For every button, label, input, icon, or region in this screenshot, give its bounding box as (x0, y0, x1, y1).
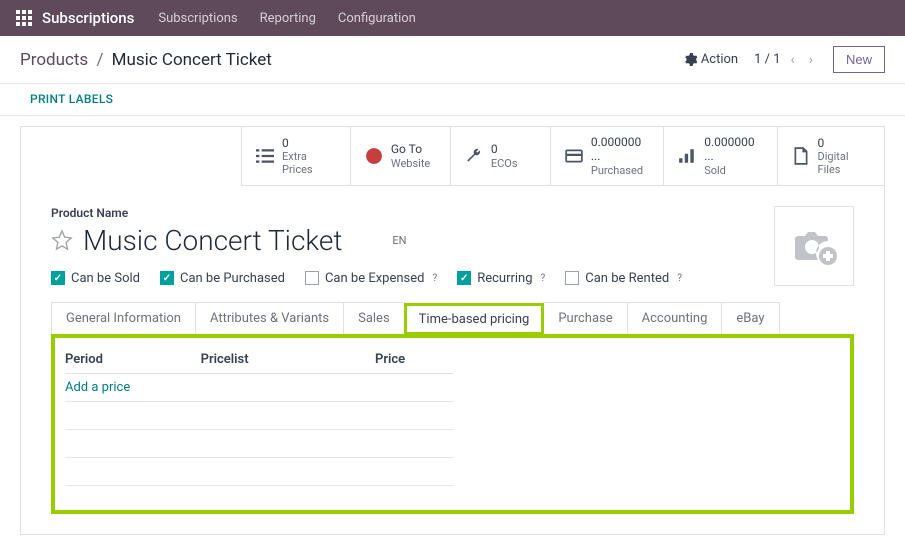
breadcrumb-products[interactable]: Products (20, 50, 88, 70)
list-icon (256, 147, 274, 165)
pager-next[interactable]: › (805, 50, 817, 70)
form-body: Product Name Music Concert Ticket EN Can… (21, 186, 884, 302)
tab-purchase[interactable]: Purchase (543, 302, 627, 334)
breadcrumb-current: Music Concert Ticket (112, 50, 272, 70)
product-image-placeholder[interactable] (774, 206, 854, 286)
nav-reporting[interactable]: Reporting (260, 11, 316, 26)
pager-text[interactable]: 1 / 1 (754, 52, 780, 67)
help-icon: ? (432, 273, 437, 284)
col-pricelist: Pricelist (201, 352, 375, 367)
help-icon: ? (541, 273, 546, 284)
globe-icon (365, 147, 383, 165)
add-a-price-link[interactable]: Add a price (65, 374, 453, 402)
stat-sold[interactable]: 0.000000 ...Sold (663, 127, 776, 185)
content: 0Extra Prices Go ToWebsite 0ECOs 0.00000… (0, 116, 905, 555)
table-row[interactable] (65, 458, 453, 486)
print-bar: PRINT LABELS (0, 83, 905, 116)
table-row[interactable] (65, 430, 453, 458)
option-checks: Can be Sold Can be Purchased Can be Expe… (51, 271, 754, 286)
tabs: General Information Attributes & Variant… (51, 302, 884, 334)
pricing-table: Period Pricelist Price Add a price (65, 352, 453, 486)
action-label: Action (701, 52, 738, 67)
pricing-header: Period Pricelist Price (65, 352, 453, 374)
tab-accounting[interactable]: Accounting (627, 302, 723, 334)
breadcrumb-separator: / (96, 50, 103, 70)
camera-plus-icon (790, 222, 838, 270)
new-button[interactable]: New (833, 46, 885, 73)
print-labels-button[interactable]: PRINT LABELS (30, 92, 113, 106)
breadcrumb: Products / Music Concert Ticket (20, 50, 272, 70)
nav-subscriptions[interactable]: Subscriptions (158, 11, 237, 26)
subbar-right: Action 1 / 1 ‹ › New (684, 46, 885, 73)
stat-purchased[interactable]: 0.000000 ...Purchased (550, 127, 663, 185)
tab-time-based-pricing[interactable]: Time-based pricing (404, 303, 545, 335)
favorite-star-icon[interactable] (51, 229, 73, 251)
check-recurring[interactable]: Recurring? (457, 271, 545, 286)
stat-bar: 0Extra Prices Go ToWebsite 0ECOs 0.00000… (241, 127, 884, 186)
gear-icon (684, 53, 697, 66)
check-can-be-sold[interactable]: Can be Sold (51, 271, 140, 286)
table-row[interactable] (65, 402, 453, 430)
product-title[interactable]: Music Concert Ticket (83, 224, 342, 257)
stat-ecos[interactable]: 0ECOs (450, 127, 550, 185)
tab-ebay[interactable]: eBay (721, 302, 779, 334)
stat-digital-files[interactable]: 0Digital Files (777, 127, 884, 185)
stat-website[interactable]: Go ToWebsite (350, 127, 450, 185)
wrench-icon (465, 147, 483, 165)
check-can-be-rented[interactable]: Can be Rented? (565, 271, 682, 286)
product-name-label: Product Name (51, 206, 754, 220)
help-icon: ? (677, 273, 682, 284)
tab-sales[interactable]: Sales (343, 302, 405, 334)
bars-icon (678, 147, 696, 165)
apps-icon[interactable] (16, 10, 32, 26)
stat-extra-prices[interactable]: 0Extra Prices (241, 127, 350, 185)
action-dropdown[interactable]: Action (684, 52, 738, 67)
file-icon (792, 147, 810, 165)
tab-attributes-variants[interactable]: Attributes & Variants (195, 302, 344, 334)
sub-bar: Products / Music Concert Ticket Action 1… (0, 36, 905, 83)
col-period: Period (65, 352, 201, 367)
card-icon (565, 147, 583, 165)
top-nav-bar: Subscriptions Subscriptions Reporting Co… (0, 0, 905, 36)
pager: 1 / 1 ‹ › (754, 50, 817, 70)
language-badge[interactable]: EN (392, 234, 406, 247)
time-based-pricing-panel: Period Pricelist Price Add a price (51, 334, 854, 514)
nav-configuration[interactable]: Configuration (338, 11, 416, 26)
check-can-be-purchased[interactable]: Can be Purchased (160, 271, 285, 286)
pager-prev[interactable]: ‹ (787, 50, 799, 70)
app-brand[interactable]: Subscriptions (42, 9, 134, 27)
check-can-be-expensed[interactable]: Can be Expensed? (305, 271, 437, 286)
col-price: Price (375, 352, 453, 367)
form-sheet: 0Extra Prices Go ToWebsite 0ECOs 0.00000… (20, 126, 885, 535)
tab-general-information[interactable]: General Information (51, 302, 196, 334)
